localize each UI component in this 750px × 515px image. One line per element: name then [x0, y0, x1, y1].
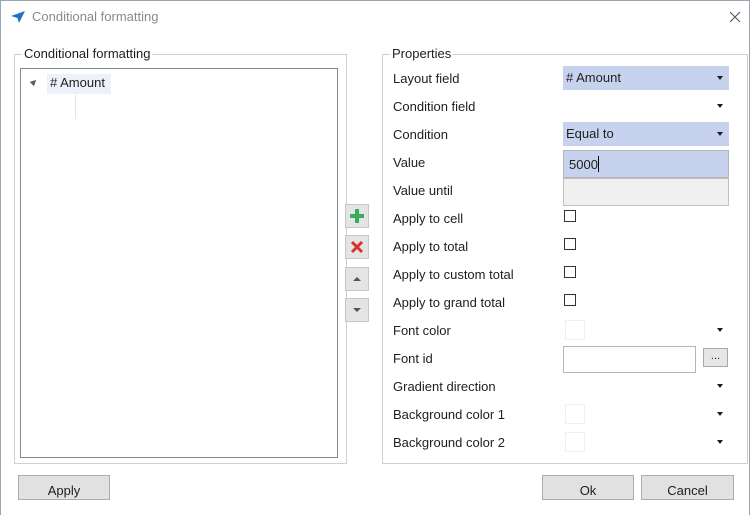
- conditional-formatting-legend: Conditional formatting: [22, 46, 153, 61]
- tree-expander-icon[interactable]: [29, 77, 39, 87]
- value-until-input[interactable]: [563, 178, 729, 206]
- apply-to-grand-total-label: Apply to grand total: [393, 295, 506, 310]
- apply-to-cell-checkbox[interactable]: [564, 210, 576, 222]
- chevron-down-icon: [717, 104, 723, 108]
- condition-field-combo[interactable]: [563, 94, 729, 118]
- title-bar: Conditional formatting: [1, 1, 749, 33]
- chevron-down-icon: [717, 440, 723, 444]
- condition-combo[interactable]: Equal to: [563, 122, 729, 146]
- font-id-input[interactable]: [563, 346, 696, 373]
- conditions-tree[interactable]: # Amount: [20, 68, 338, 458]
- font-browse-button[interactable]: ...: [703, 348, 728, 367]
- move-up-button[interactable]: [345, 267, 369, 291]
- value-until-label: Value until: [393, 183, 453, 198]
- condition-value: Equal to: [566, 126, 614, 141]
- apply-to-total-label: Apply to total: [393, 239, 469, 254]
- value-input[interactable]: 5000: [563, 150, 729, 178]
- properties-legend: Properties: [390, 46, 454, 61]
- app-logo-icon: [10, 10, 26, 24]
- window-bottom-edge: [1, 504, 749, 515]
- color-swatch: [565, 320, 585, 340]
- tree-item-amount[interactable]: # Amount: [47, 74, 111, 94]
- layout-field-combo[interactable]: # Amount: [563, 66, 729, 90]
- add-condition-button[interactable]: [345, 204, 369, 228]
- window-title: Conditional formatting: [32, 9, 159, 24]
- move-up-icon: [353, 277, 361, 281]
- chevron-down-icon: [717, 132, 723, 136]
- gradient-direction-label: Gradient direction: [393, 379, 496, 394]
- conditional-formatting-dialog: Conditional formatting Conditional forma…: [0, 0, 750, 515]
- background-color-2-label: Background color 2: [393, 435, 506, 450]
- layout-field-value: # Amount: [566, 70, 621, 85]
- apply-to-total-checkbox[interactable]: [564, 238, 576, 250]
- text-caret: [598, 156, 599, 172]
- chevron-down-icon: [717, 328, 723, 332]
- ok-button[interactable]: Ok: [542, 475, 634, 500]
- chevron-down-icon: [717, 384, 723, 388]
- apply-to-grand-total-checkbox[interactable]: [564, 294, 576, 306]
- background-color-1-label: Background color 1: [393, 407, 506, 422]
- delete-condition-button[interactable]: [345, 235, 369, 259]
- condition-label: Condition: [393, 127, 448, 142]
- apply-to-custom-total-checkbox[interactable]: [564, 266, 576, 278]
- value-text: 5000: [569, 157, 598, 172]
- tree-line: [75, 95, 76, 119]
- move-down-button[interactable]: [345, 298, 369, 322]
- gradient-direction-combo[interactable]: [563, 374, 729, 398]
- delete-x-icon: [350, 240, 364, 254]
- font-color-label: Font color: [393, 323, 451, 338]
- background-color-1-combo[interactable]: [563, 402, 729, 426]
- cancel-button[interactable]: Cancel: [641, 475, 734, 500]
- background-color-2-combo[interactable]: [563, 430, 729, 454]
- value-label: Value: [393, 155, 426, 170]
- layout-field-label: Layout field: [393, 71, 460, 86]
- color-swatch: [565, 404, 585, 424]
- apply-to-cell-label: Apply to cell: [393, 211, 464, 226]
- condition-field-label: Condition field: [393, 99, 476, 114]
- color-swatch: [565, 432, 585, 452]
- font-color-combo[interactable]: [563, 318, 729, 342]
- apply-button[interactable]: Apply: [18, 475, 110, 500]
- apply-to-custom-total-label: Apply to custom total: [393, 267, 514, 282]
- chevron-down-icon: [717, 412, 723, 416]
- close-icon[interactable]: [723, 5, 747, 29]
- chevron-down-icon: [717, 76, 723, 80]
- plus-icon: [350, 209, 364, 223]
- font-id-label: Font id: [393, 351, 433, 366]
- move-down-icon: [353, 308, 361, 312]
